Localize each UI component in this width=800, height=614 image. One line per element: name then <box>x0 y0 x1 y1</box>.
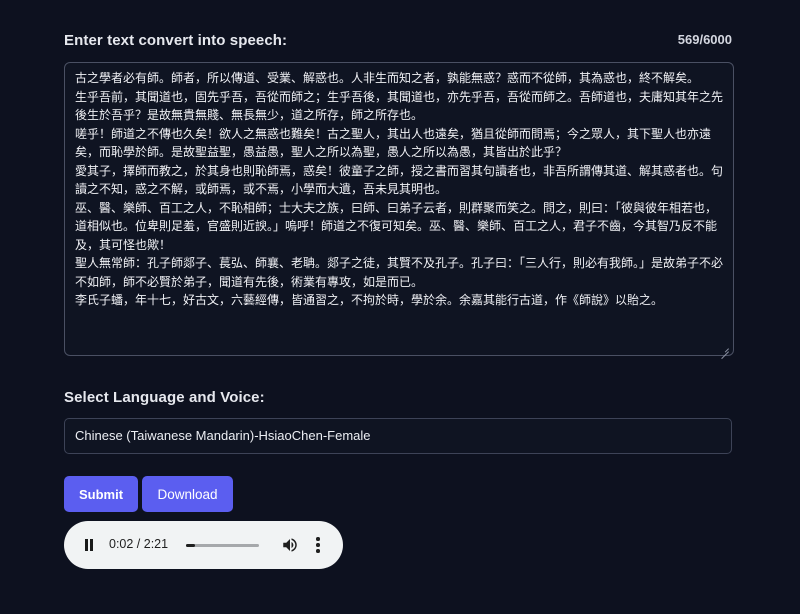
audio-player: 0:02 / 2:21 <box>64 521 343 569</box>
volume-icon[interactable] <box>281 536 299 554</box>
speech-text-area[interactable]: 古之學者必有師。師者，所以傳道、受業、解惑也。人非生而知之者，孰能無惑？惑而不從… <box>64 62 734 356</box>
voice-select[interactable]: Chinese (Taiwanese Mandarin)-HsiaoChen-F… <box>64 418 732 454</box>
more-options-icon[interactable] <box>316 537 320 553</box>
time-display: 0:02 / 2:21 <box>109 537 169 551</box>
download-button[interactable]: Download <box>142 476 233 512</box>
text-input-label: Enter text convert into speech: <box>64 32 288 49</box>
audio-progress-bar[interactable] <box>186 544 259 547</box>
voice-select-label: Select Language and Voice: <box>64 389 265 406</box>
text-input-header: Enter text convert into speech: 569/6000 <box>64 32 732 52</box>
submit-button[interactable]: Submit <box>64 476 138 512</box>
textarea-resize-handle[interactable] <box>721 344 729 352</box>
char-counter: 569/6000 <box>677 32 732 47</box>
tts-page: Enter text convert into speech: 569/6000… <box>0 0 800 614</box>
pause-icon[interactable] <box>84 539 94 551</box>
audio-progress-fill <box>186 544 195 547</box>
